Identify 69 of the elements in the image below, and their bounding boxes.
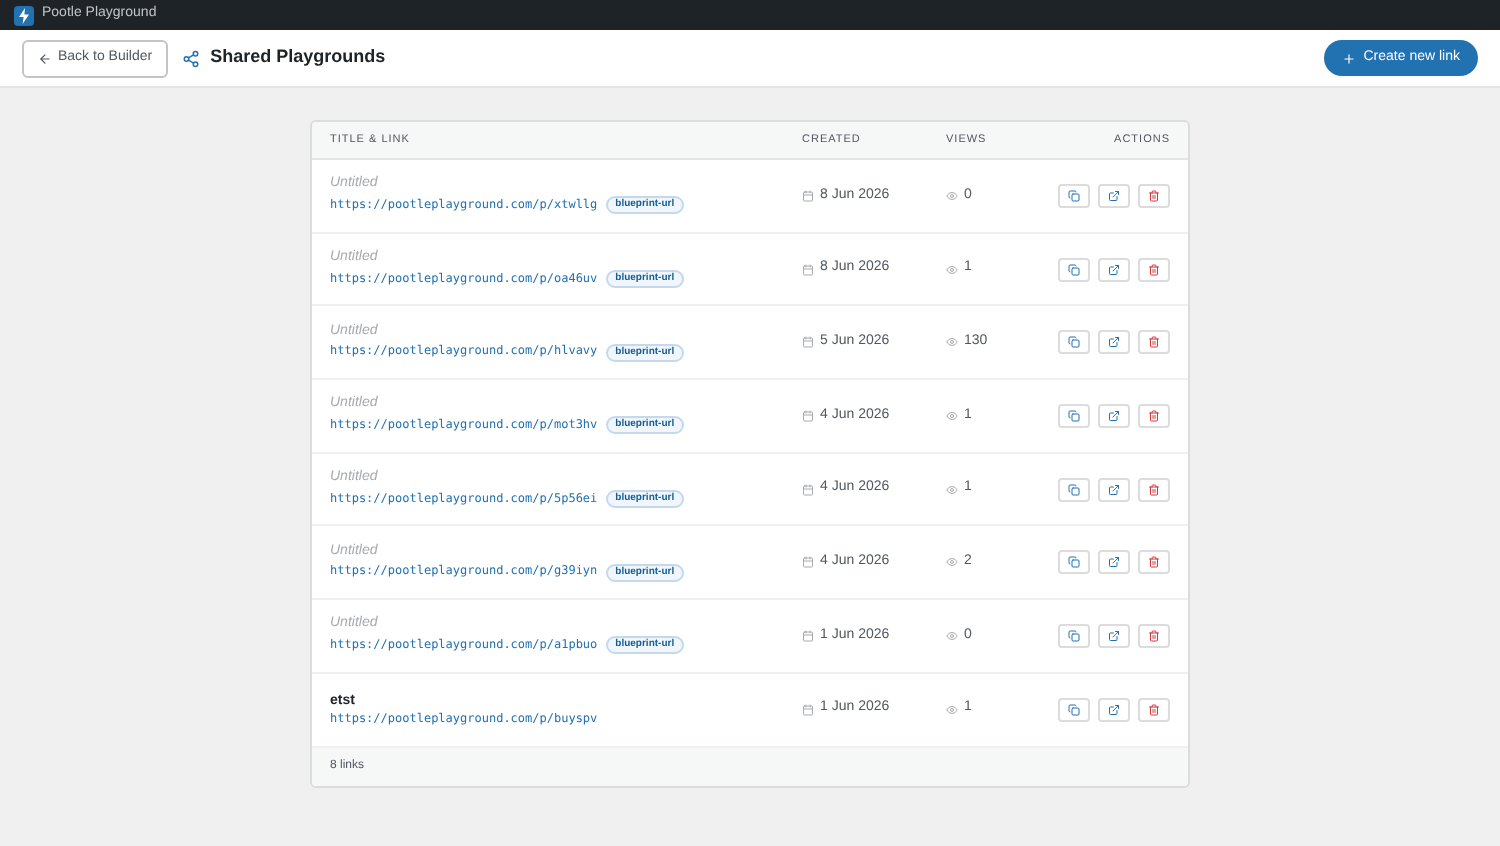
share-icon [182, 49, 201, 67]
open-link-button[interactable] [1098, 623, 1130, 648]
copy-icon [1068, 483, 1080, 496]
external-link-icon [1108, 336, 1120, 349]
calendar-icon [802, 703, 814, 716]
delete-button[interactable] [1138, 697, 1170, 722]
copy-icon [1068, 263, 1080, 276]
delete-button[interactable] [1138, 257, 1170, 282]
arrow-left-icon [38, 51, 52, 65]
delete-button[interactable] [1138, 403, 1170, 428]
calendar-icon [802, 483, 814, 496]
copy-icon [1068, 409, 1080, 422]
open-link-button[interactable] [1098, 330, 1130, 355]
eye-icon [946, 409, 958, 422]
copy-button[interactable] [1058, 403, 1090, 428]
copy-icon [1068, 703, 1080, 716]
open-link-button[interactable] [1098, 697, 1130, 722]
eye-icon [946, 189, 958, 202]
open-link-button[interactable] [1098, 257, 1130, 282]
external-link-icon [1108, 189, 1120, 202]
calendar-icon [802, 336, 814, 349]
trash-icon [1148, 409, 1160, 422]
external-link-icon [1108, 263, 1120, 276]
delete-button[interactable] [1138, 183, 1170, 208]
copy-button[interactable] [1058, 477, 1090, 502]
copy-button[interactable] [1058, 697, 1090, 722]
eye-icon [946, 263, 958, 276]
trash-icon [1148, 629, 1160, 642]
plus-icon [1341, 51, 1356, 65]
eye-icon [946, 556, 958, 569]
trash-icon [1148, 556, 1160, 569]
delete-button[interactable] [1138, 623, 1170, 648]
external-link-icon [1108, 556, 1120, 569]
calendar-icon [802, 556, 814, 569]
external-link-icon [1108, 409, 1120, 422]
open-link-button[interactable] [1098, 550, 1130, 575]
trash-icon [1148, 336, 1160, 349]
eye-icon [946, 703, 958, 716]
trash-icon [1148, 189, 1160, 202]
open-link-button[interactable] [1098, 477, 1130, 502]
page-title: Shared Playgrounds [210, 44, 386, 71]
copy-icon [1068, 629, 1080, 642]
trash-icon [1148, 483, 1160, 496]
copy-button[interactable] [1058, 183, 1090, 208]
copy-button[interactable] [1058, 330, 1090, 355]
calendar-icon [802, 409, 814, 422]
calendar-icon [802, 629, 814, 642]
trash-icon [1148, 263, 1160, 276]
calendar-icon [802, 263, 814, 276]
delete-button[interactable] [1138, 550, 1170, 575]
logo-icon [14, 5, 34, 25]
calendar-icon [802, 189, 814, 202]
external-link-icon [1108, 703, 1120, 716]
eye-icon [946, 483, 958, 496]
eye-icon [946, 629, 958, 642]
delete-button[interactable] [1138, 477, 1170, 502]
trash-icon [1148, 703, 1160, 716]
open-link-button[interactable] [1098, 403, 1130, 428]
eye-icon [946, 336, 958, 349]
delete-button[interactable] [1138, 330, 1170, 355]
copy-button[interactable] [1058, 623, 1090, 648]
open-link-button[interactable] [1098, 183, 1130, 208]
copy-icon [1068, 189, 1080, 202]
copy-icon [1068, 556, 1080, 569]
copy-button[interactable] [1058, 257, 1090, 282]
external-link-icon [1108, 629, 1120, 642]
copy-button[interactable] [1058, 550, 1090, 575]
external-link-icon [1108, 483, 1120, 496]
copy-icon [1068, 336, 1080, 349]
